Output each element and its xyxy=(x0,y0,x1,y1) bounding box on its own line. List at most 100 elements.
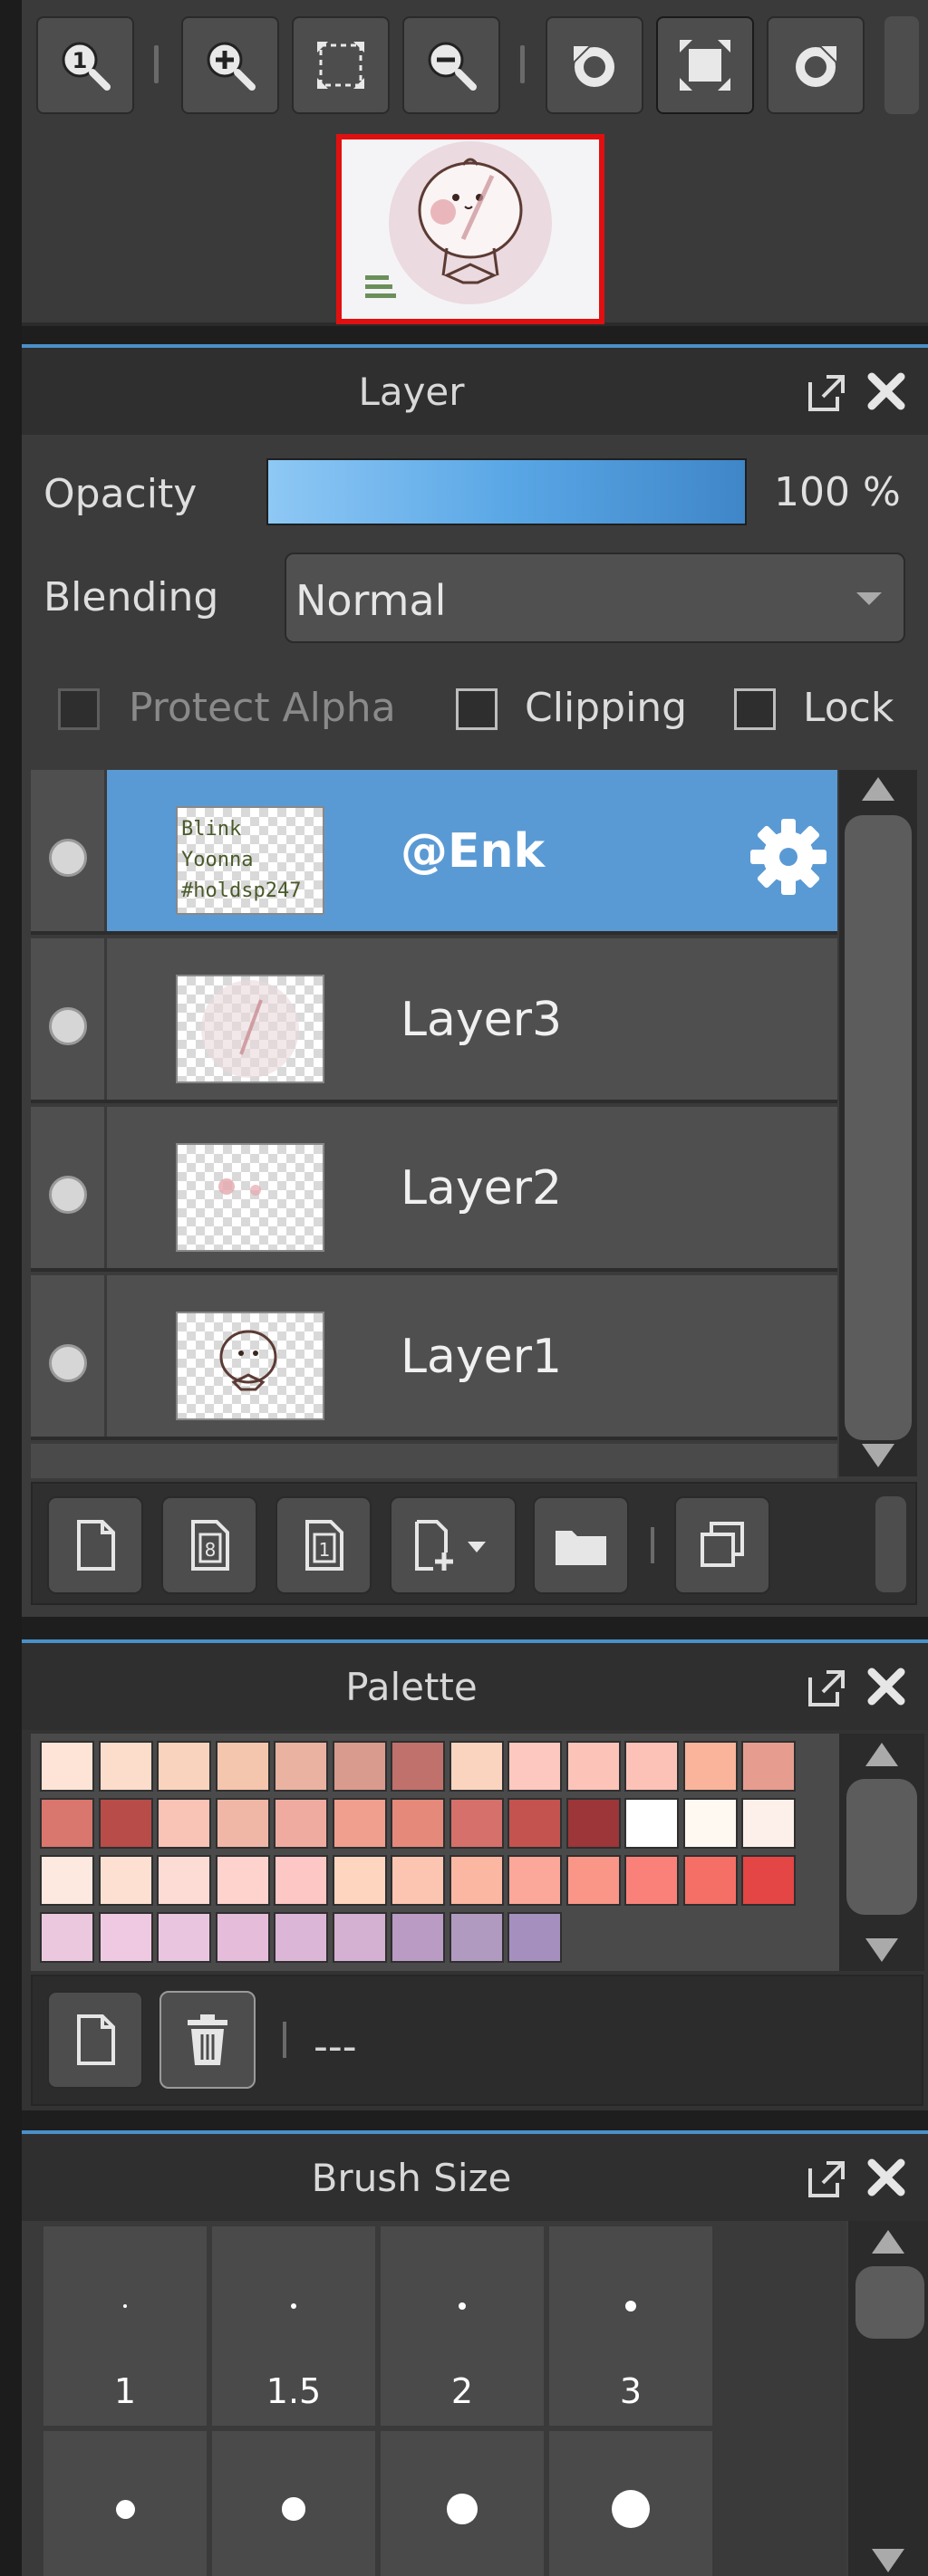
navigator-viewport-frame[interactable] xyxy=(336,134,604,324)
palette-swatch[interactable] xyxy=(566,1798,621,1849)
zoom-actual-size-button[interactable]: 1 xyxy=(36,16,134,114)
palette-swatch[interactable] xyxy=(215,1741,270,1792)
full-screen-button[interactable] xyxy=(656,16,754,114)
brush-size-cell[interactable] xyxy=(549,2431,712,2576)
palette-swatch[interactable] xyxy=(332,1798,387,1849)
layer-row-layer2[interactable]: Layer2 xyxy=(31,1107,837,1272)
palette-swatch[interactable] xyxy=(508,1912,562,1963)
visibility-toggle[interactable] xyxy=(31,770,107,931)
scroll-down-icon[interactable] xyxy=(865,1938,898,1962)
palette-swatch[interactable] xyxy=(391,1912,445,1963)
palette-swatch[interactable] xyxy=(391,1741,445,1792)
toolbar-overflow-handle[interactable] xyxy=(875,1496,906,1592)
palette-swatch[interactable] xyxy=(332,1912,387,1963)
palette-swatch[interactable] xyxy=(741,1855,796,1906)
brush-size-scrollbar[interactable] xyxy=(848,2221,928,2576)
palette-swatch[interactable] xyxy=(449,1798,504,1849)
palette-swatch[interactable] xyxy=(274,1741,328,1792)
palette-swatch[interactable] xyxy=(741,1741,796,1792)
lock-checkbox[interactable] xyxy=(734,688,776,730)
palette-scrollbar[interactable] xyxy=(839,1734,924,1971)
palette-swatch[interactable] xyxy=(98,1855,153,1906)
palette-swatch[interactable] xyxy=(624,1798,679,1849)
layer-row-layer1[interactable]: Layer1 xyxy=(31,1275,837,1440)
scroll-up-icon[interactable] xyxy=(872,2230,904,2254)
zoom-out-button[interactable] xyxy=(402,16,500,114)
toolbar-overflow-handle[interactable] xyxy=(884,16,919,114)
protect-alpha-checkbox[interactable] xyxy=(58,688,100,730)
close-icon[interactable] xyxy=(865,1665,908,1708)
visibility-toggle[interactable] xyxy=(31,1275,107,1437)
delete-palette-button[interactable] xyxy=(160,1991,256,2089)
palette-swatch[interactable] xyxy=(40,1741,94,1792)
layer-row-enk[interactable]: Blink Yoonna #holdsp247 @Enk xyxy=(31,770,837,935)
duplicate-layer-button[interactable] xyxy=(674,1496,770,1594)
close-icon[interactable] xyxy=(865,2156,908,2199)
blending-select[interactable]: Normal xyxy=(285,553,905,643)
palette-swatch[interactable] xyxy=(157,1855,211,1906)
palette-swatch[interactable] xyxy=(40,1855,94,1906)
palette-swatch[interactable] xyxy=(332,1741,387,1792)
palette-swatch[interactable] xyxy=(274,1798,328,1849)
scroll-thumb[interactable] xyxy=(845,815,912,1440)
scroll-down-icon[interactable] xyxy=(862,1444,894,1467)
palette-swatch[interactable] xyxy=(508,1741,562,1792)
close-icon[interactable] xyxy=(865,370,908,413)
scroll-thumb[interactable] xyxy=(856,2266,924,2339)
popout-icon[interactable] xyxy=(805,371,848,415)
brush-size-cell[interactable]: 1.5 xyxy=(212,2226,375,2426)
palette-swatch[interactable] xyxy=(682,1798,738,1849)
palette-swatch[interactable] xyxy=(215,1798,270,1849)
palette-swatch[interactable] xyxy=(274,1855,328,1906)
new-layer-button[interactable] xyxy=(47,1496,143,1594)
scroll-thumb[interactable] xyxy=(846,1779,917,1915)
brush-size-cell[interactable]: 2 xyxy=(381,2226,544,2426)
palette-swatch[interactable] xyxy=(332,1855,387,1906)
palette-swatch[interactable] xyxy=(157,1741,211,1792)
palette-swatch[interactable] xyxy=(449,1741,504,1792)
layer-row-layer3[interactable]: Layer3 xyxy=(31,938,837,1103)
rotate-left-button[interactable] xyxy=(546,16,643,114)
visibility-toggle[interactable] xyxy=(31,938,107,1100)
brush-size-cell[interactable]: 1 xyxy=(44,2226,207,2426)
palette-swatch[interactable] xyxy=(391,1798,445,1849)
scroll-down-icon[interactable] xyxy=(872,2549,904,2572)
popout-icon[interactable] xyxy=(805,2158,848,2201)
palette-swatch[interactable] xyxy=(682,1855,738,1906)
palette-swatch[interactable] xyxy=(98,1798,153,1849)
palette-swatch[interactable] xyxy=(40,1798,94,1849)
opacity-slider[interactable] xyxy=(266,458,747,525)
new-palette-button[interactable] xyxy=(47,1991,143,2089)
add-layer-menu-button[interactable] xyxy=(390,1496,517,1594)
zoom-in-button[interactable] xyxy=(181,16,279,114)
palette-swatch[interactable] xyxy=(391,1855,445,1906)
palette-swatch[interactable] xyxy=(682,1741,738,1792)
layer-list-scrollbar[interactable] xyxy=(839,770,917,1476)
new-1bit-layer-button[interactable]: 1 xyxy=(276,1496,372,1594)
palette-swatch[interactable] xyxy=(40,1912,94,1963)
palette-swatch[interactable] xyxy=(274,1912,328,1963)
brush-size-cell[interactable] xyxy=(44,2431,207,2576)
palette-swatch[interactable] xyxy=(449,1912,504,1963)
palette-swatch[interactable] xyxy=(98,1912,153,1963)
clipping-checkbox[interactable] xyxy=(456,688,498,730)
fit-screen-button[interactable] xyxy=(292,16,390,114)
scroll-up-icon[interactable] xyxy=(865,1743,898,1766)
scroll-up-icon[interactable] xyxy=(862,777,894,801)
folder-button[interactable] xyxy=(533,1496,629,1594)
palette-swatch[interactable] xyxy=(157,1912,211,1963)
palette-swatch[interactable] xyxy=(566,1741,621,1792)
palette-swatch[interactable] xyxy=(98,1741,153,1792)
palette-swatch[interactable] xyxy=(449,1855,504,1906)
brush-size-cell[interactable] xyxy=(381,2431,544,2576)
visibility-toggle[interactable] xyxy=(31,1107,107,1268)
palette-swatch[interactable] xyxy=(741,1798,796,1849)
palette-swatch[interactable] xyxy=(508,1855,562,1906)
palette-swatch[interactable] xyxy=(624,1741,679,1792)
brush-size-cell[interactable] xyxy=(212,2431,375,2576)
popout-icon[interactable] xyxy=(805,1667,848,1710)
palette-swatch[interactable] xyxy=(215,1912,270,1963)
rotate-right-button[interactable] xyxy=(767,16,865,114)
new-8bit-layer-button[interactable]: 8 xyxy=(161,1496,257,1594)
palette-swatch[interactable] xyxy=(157,1798,211,1849)
